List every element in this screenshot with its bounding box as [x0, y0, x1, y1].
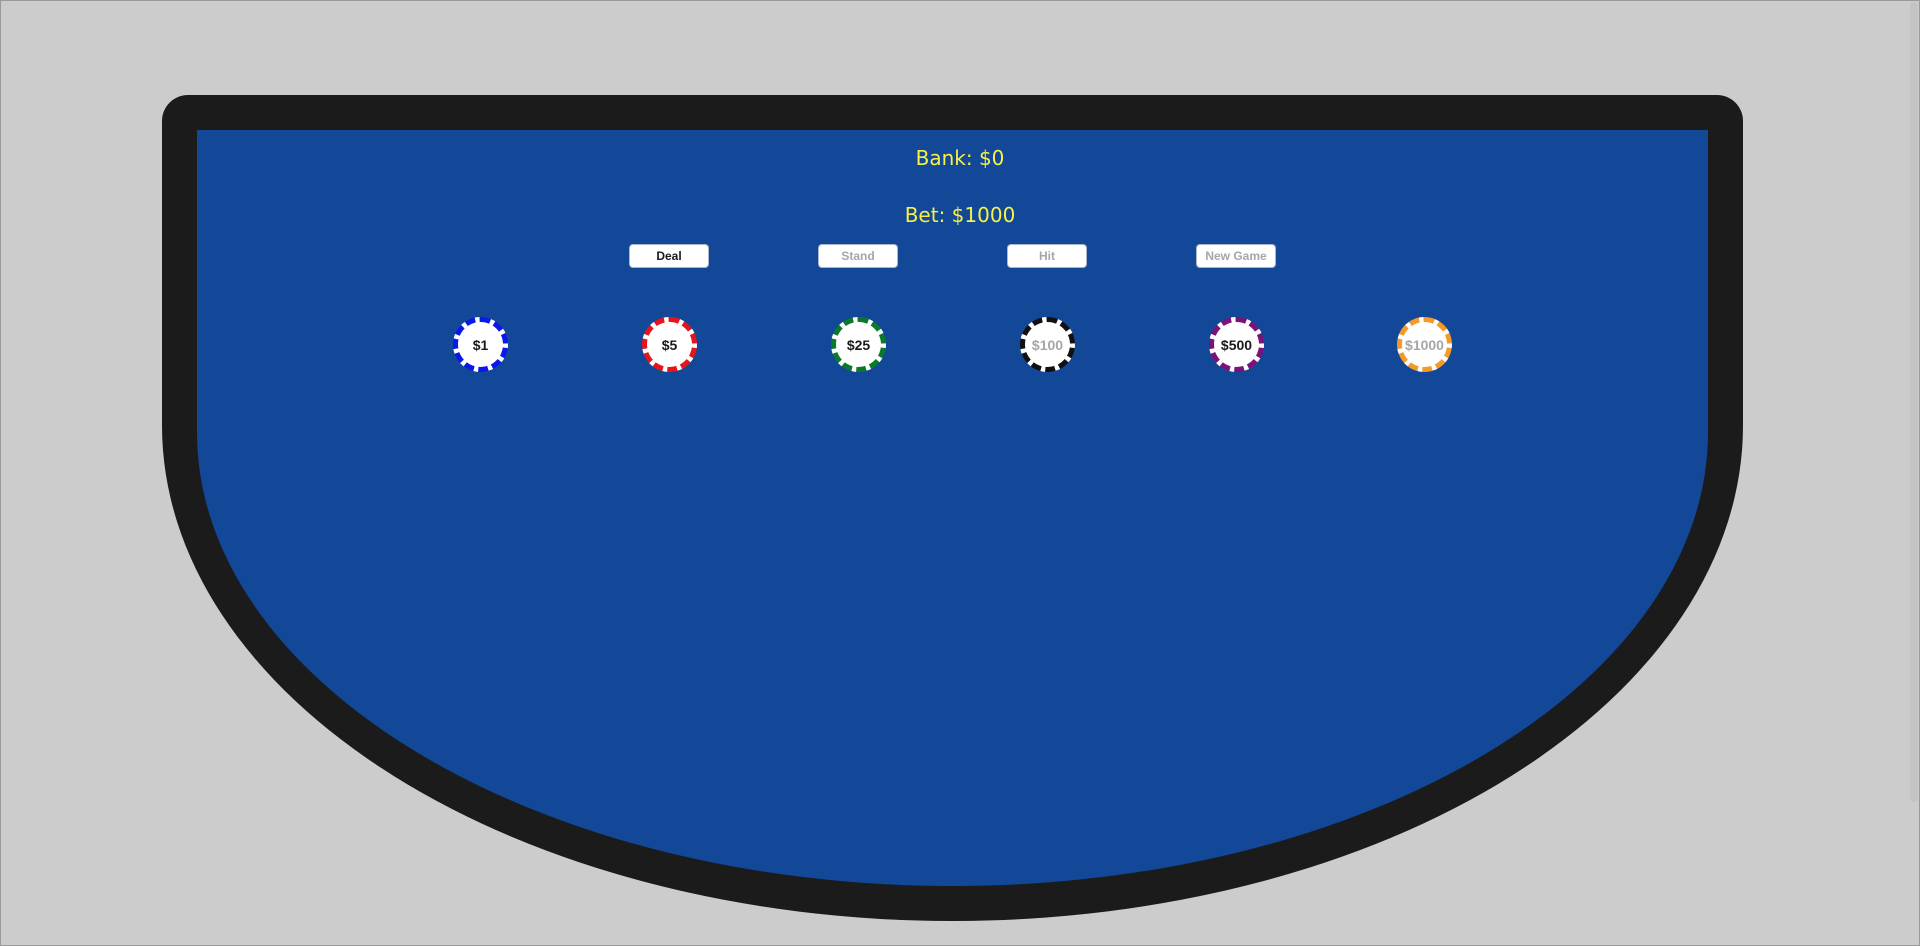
chip-100[interactable]: $100 — [1020, 317, 1075, 372]
stand-button[interactable]: Stand — [818, 244, 898, 268]
deal-button[interactable]: Deal — [629, 244, 709, 268]
bet-display: Bet: $1000 — [904, 203, 1016, 227]
hit-button[interactable]: Hit — [1007, 244, 1087, 268]
chip-1[interactable]: $1 — [453, 317, 508, 372]
vertical-scrollbar[interactable] — [1910, 2, 1918, 802]
chip-5[interactable]: $5 — [642, 317, 697, 372]
chip-1000[interactable]: $1000 — [1397, 317, 1452, 372]
chip-25[interactable]: $25 — [831, 317, 886, 372]
bank-display: Bank: $0 — [915, 146, 1005, 170]
new-game-button[interactable]: New Game — [1196, 244, 1276, 268]
chip-500[interactable]: $500 — [1209, 317, 1264, 372]
